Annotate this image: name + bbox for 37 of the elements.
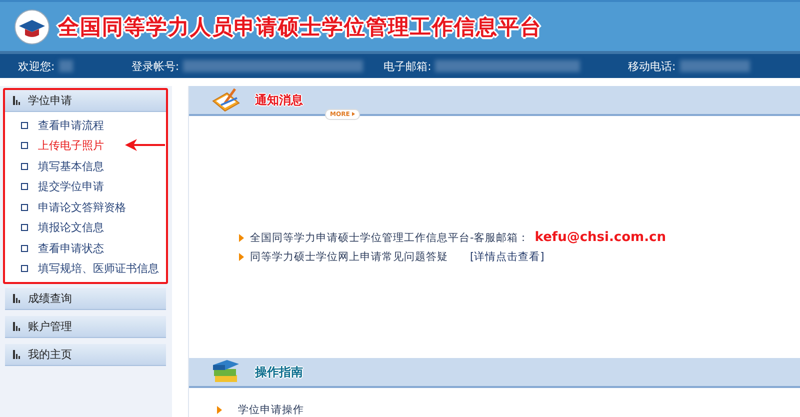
sidebar-group-header[interactable]: 成绩查询 bbox=[5, 288, 166, 310]
mortarboard-logo-icon bbox=[14, 8, 50, 45]
arrow-icon bbox=[125, 138, 165, 150]
guide-link[interactable]: 学位申请操作 bbox=[238, 403, 304, 417]
bar-chart-icon bbox=[13, 322, 20, 331]
bullet-icon bbox=[239, 234, 244, 242]
bar-chart-icon bbox=[13, 96, 20, 105]
info-label: 电子邮箱: bbox=[384, 58, 432, 74]
sidebar-group-header[interactable]: 我的主页 bbox=[5, 344, 166, 366]
guide-title: 操作指南 bbox=[255, 364, 303, 380]
info-label: 登录帐号: bbox=[131, 58, 180, 74]
sidebar-item[interactable]: 填报论文信息 bbox=[5, 218, 166, 238]
sidebar-item[interactable]: 查看申请流程 bbox=[5, 115, 166, 136]
books-icon bbox=[211, 359, 241, 385]
sidebar-item[interactable]: 上传电子照片 bbox=[5, 136, 166, 156]
redacted-value bbox=[58, 60, 73, 72]
sidebar-item[interactable]: 填写规培、医师证书信息 bbox=[5, 258, 166, 279]
site-title: 全国同等学力人员申请硕士学位管理工作信息平台 bbox=[58, 14, 542, 41]
sidebar-group-header[interactable]: 学位申请 bbox=[5, 90, 166, 112]
sidebar-item[interactable]: 申请论文答辩资格 bbox=[5, 197, 166, 218]
sidebar-item[interactable]: 查看申请状态 bbox=[5, 238, 166, 258]
info-label: 移动电话: bbox=[628, 58, 676, 74]
bullet-icon bbox=[239, 253, 244, 261]
bullet-icon bbox=[217, 406, 222, 414]
sidebar-item[interactable]: 提交学位申请 bbox=[5, 176, 166, 197]
sidebar-item[interactable]: 填写基本信息 bbox=[5, 156, 166, 176]
bar-chart-icon bbox=[13, 350, 20, 359]
redacted-value bbox=[680, 60, 750, 72]
sidebar-group-header[interactable]: 账户管理 bbox=[5, 316, 166, 338]
bar-chart-icon bbox=[13, 294, 20, 303]
info-label: 欢迎您: bbox=[18, 58, 55, 74]
details-link[interactable]: [详情点击查看] bbox=[470, 250, 544, 264]
notice-text: 全国同等学力申请硕士学位管理工作信息平台-客服邮箱： bbox=[250, 230, 529, 244]
notice-title: 通知消息 bbox=[255, 92, 303, 108]
email-address: kefu@chsi.com.cn bbox=[534, 230, 666, 245]
notepad-pencil-icon bbox=[211, 87, 241, 113]
notice-text: 同等学力硕士学位网上申请常见问题答疑 bbox=[250, 250, 448, 264]
